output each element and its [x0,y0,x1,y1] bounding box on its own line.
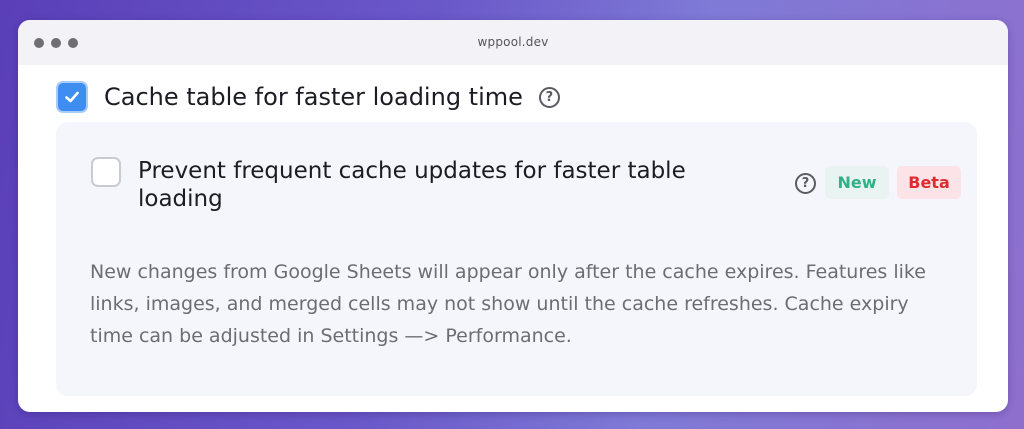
title-bar: wppool.dev [18,20,1008,65]
cache-table-checkbox[interactable] [56,81,88,113]
sub-option-panel: Prevent frequent cache updates for faste… [56,122,977,396]
url-label: wppool.dev [477,35,549,49]
checkmark-icon [65,91,79,103]
browser-window: wppool.dev Cache table for faster loadin… [18,20,1008,412]
prevent-cache-updates-label[interactable]: Prevent frequent cache updates for faste… [138,157,738,213]
question-circle-icon[interactable]: ? [795,173,816,194]
beta-badge: Beta [897,166,961,199]
prevent-cache-updates-checkbox[interactable] [91,157,121,187]
new-badge: New [825,166,889,199]
cache-table-label[interactable]: Cache table for faster loading time [104,83,523,111]
cache-table-option: Cache table for faster loading time ? [56,81,560,113]
cache-description-text: New changes from Google Sheets will appe… [90,261,926,347]
question-circle-icon[interactable]: ? [538,86,560,108]
